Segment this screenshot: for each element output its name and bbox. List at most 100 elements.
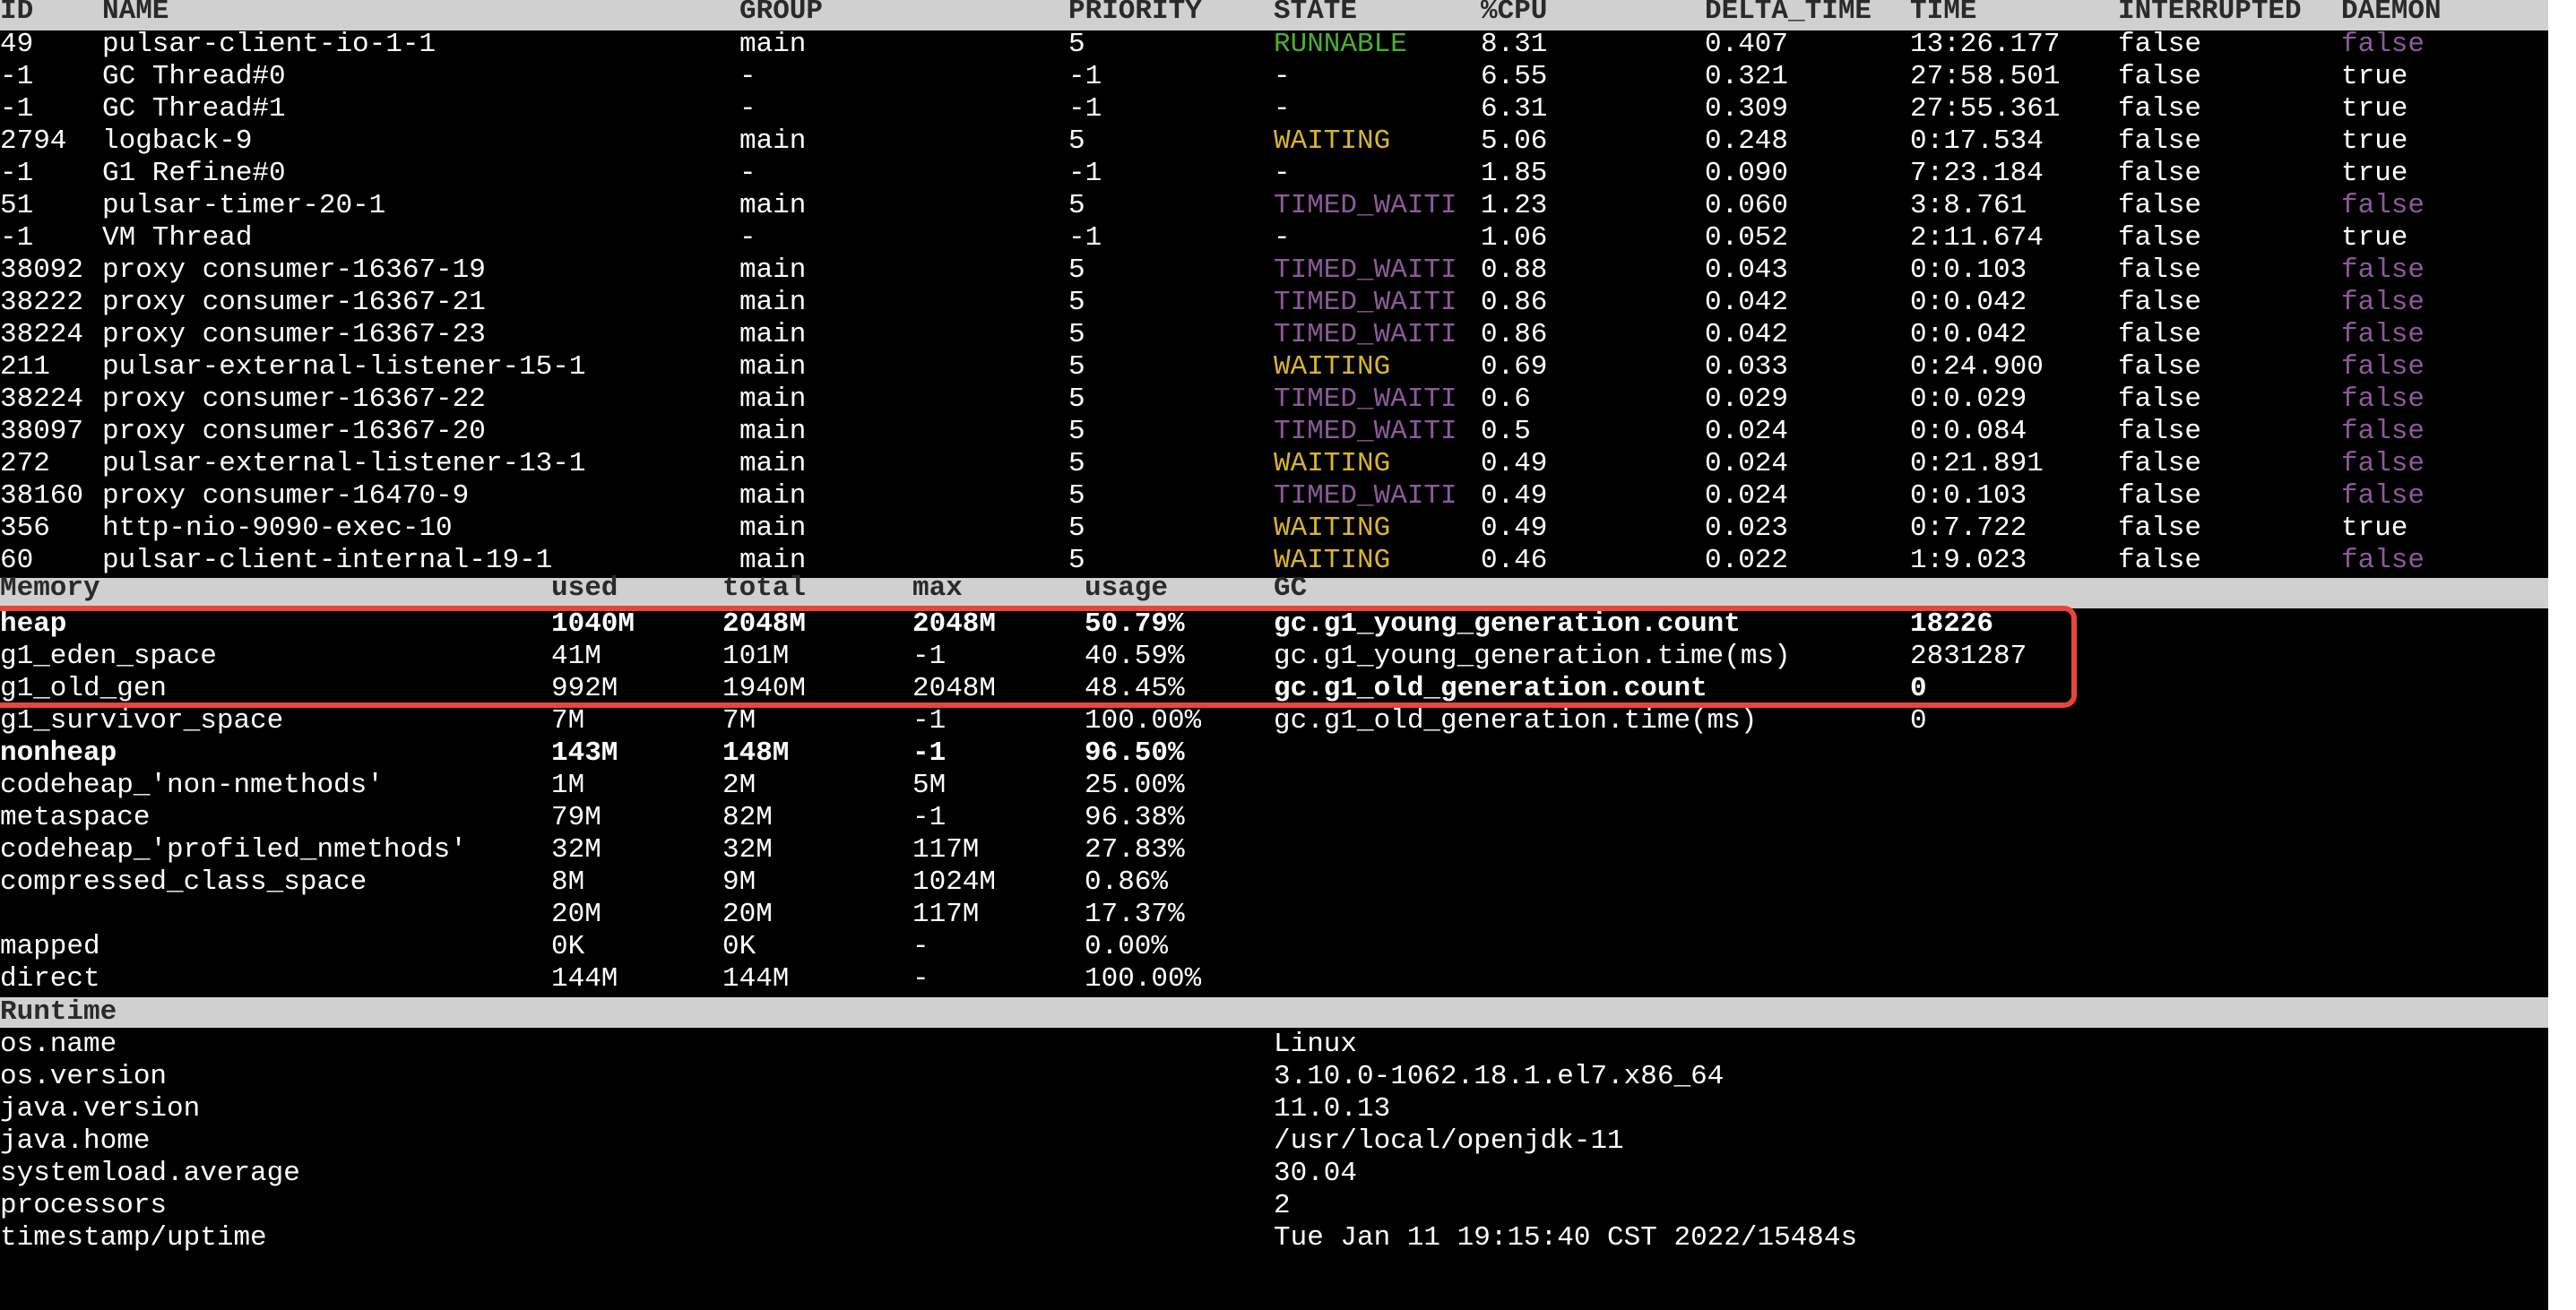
thread-name-cell: G1 Refine#0 [102,158,286,189]
header-total: total [722,573,807,604]
thread-row[interactable]: 38224 proxy consumer-16367-22 main 5 TIMED_W… [0,384,2548,416]
thread-row[interactable]: 211 pulsar-external-listener-15-1 main 5 WAI… [0,351,2548,384]
memory-max-cell: 5M [912,770,947,801]
runtime-row[interactable]: java.home/usr/local/openjdk-11 [0,1125,2548,1158]
memory-total-cell: 82M [722,802,773,833]
thread-name-cell: proxy consumer-16367-22 [102,384,486,415]
thread-group-cell: main [739,416,807,447]
memory-total-cell: 148M [722,737,790,769]
screenshot: ID NAME GROUP PRIORITY STATE %CPU DELTA_… [0,0,2576,1310]
memory-max-cell: - [912,931,929,962]
thread-delta-time-cell: 0.309 [1705,93,1789,125]
thread-daemon-cell: false [2341,416,2425,447]
thread-row[interactable]: 38097 proxy consumer-16367-20 main 5 TIMED_W… [0,416,2548,448]
thread-delta-time-cell: 0.024 [1705,448,1789,479]
memory-total-cell: 2M [722,770,756,801]
memory-usage-cell: 27.83% [1085,834,1185,866]
thread-priority-cell: -1 [1068,158,1102,189]
memory-row[interactable]: codeheap_'non-nmethods' 1M 2M 5M 25.00% [0,770,2548,802]
runtime-row[interactable]: java.version 11.0.13 [0,1093,2548,1125]
memory-row[interactable]: direct 144M 144M - 100.00% [0,963,2548,995]
thread-time-cell: 3:8.761 [1910,190,2027,221]
thread-row[interactable]: 272 pulsar-external-listener-13-1 main 5 WAI… [0,448,2548,480]
thread-priority-cell: 5 [1068,351,1085,383]
thread-row[interactable]: 38092 proxy consumer-16367-19 main 5 TIMED_W… [0,254,2548,287]
highlight-annotation-box [0,606,2077,708]
thread-row[interactable]: -1 G1 Refine#0 - -1 - 1.85 0.090 7:23.184 false t… [0,158,2548,190]
thread-time-cell: 0:17.534 [1910,125,2044,157]
memory-row[interactable]: compressed_class_space 8M 9M 1024M 0.86% [0,866,2548,899]
thread-priority-cell: -1 [1068,61,1102,92]
thread-interrupted-cell: false [2118,125,2202,157]
thread-group-cell: main [739,384,807,415]
memory-used-cell: 1M [551,770,585,801]
thread-state-cell: WAITING [1274,513,1391,544]
thread-group-cell: main [739,287,807,318]
thread-time-cell: 0:0.103 [1910,254,2027,286]
thread-id-cell: 356 [0,513,50,544]
thread-group-cell: - [739,93,756,125]
thread-priority-cell: 5 [1068,448,1085,479]
thread-delta-time-cell: 0.042 [1705,287,1789,318]
thread-row[interactable]: 2794 logback-9 main 5 WAITING 5.06 0.248 0:17.5… [0,125,2548,158]
memory-row[interactable]: 20M 20M 117M 17.37% [0,899,2548,931]
thread-group-cell: main [739,125,807,157]
thread-row[interactable]: 51 pulsar-timer-20-1 main 5 TIMED_WAITI 1.23 0… [0,190,2548,222]
thread-priority-cell: 5 [1068,190,1085,221]
runtime-row[interactable]: os.name Linux [0,1029,2548,1061]
thread-state-cell: TIMED_WAITI [1274,254,1457,286]
thread-row[interactable]: 49 pulsar-client-io-1-1 main 5 RUNNABLE 8.31 0… [0,29,2548,61]
thread-delta-time-cell: 0.023 [1705,513,1789,544]
header-gc: GC [1274,573,1308,604]
thread-state-cell: TIMED_WAITI [1274,480,1457,512]
thread-state-cell: WAITING [1274,448,1391,479]
thread-daemon-cell: true [2341,158,2408,189]
thread-interrupted-cell: false [2118,29,2202,60]
gc-value-cell: 0 [1910,705,1927,737]
memory-row[interactable]: nonheap 143M 148M -1 96.50% [0,737,2548,770]
thread-row[interactable]: 356 http-nio-9090-exec-10 main 5 WAITING 0.49… [0,513,2548,545]
thread-interrupted-cell: false [2118,190,2202,221]
runtime-key-cell: processors [0,1190,168,1221]
runtime-row[interactable]: processors 2 [0,1190,2548,1222]
thread-row[interactable]: -1 VM Thread - -1 - 1.06 0.052 2:11.674 false tru… [0,222,2548,254]
thread-name-cell: pulsar-client-internal-19-1 [102,545,553,576]
memory-usage-cell: 96.38% [1085,802,1185,833]
memory-row[interactable]: codeheap_'profiled_nmethods' 32M 32M 117M 27… [0,834,2548,866]
memory-used-cell: 144M [551,963,618,995]
runtime-key-cell: os.name [0,1029,117,1060]
thread-interrupted-cell: false [2118,545,2202,576]
runtime-row[interactable]: os.version 3.10.0-1062.18.1.el7.x86_64 [0,1061,2548,1093]
thread-row[interactable]: 38224 proxy consumer-16367-23 main 5 TIMED_W… [0,319,2548,351]
thread-row[interactable]: 38222 proxy consumer-16367-21 main 5 TIMED_W… [0,287,2548,319]
memory-max-cell: -1 [912,737,947,769]
thread-row[interactable]: -1 GC Thread#1 - -1 - 6.31 0.309 27:55.361 false… [0,93,2548,125]
thread-table-header: ID NAME GROUP PRIORITY STATE %CPU DELTA_… [0,0,2548,30]
thread-row[interactable]: -1 GC Thread#0 - -1 - 6.55 0.321 27:58.501 false… [0,61,2548,93]
thread-state-cell: WAITING [1274,125,1391,157]
memory-row[interactable]: metaspace 79M 82M -1 96.38% [0,802,2548,834]
thread-cpu-cell: 0.49 [1481,448,1548,479]
memory-name-cell: codeheap_'profiled_nmethods' [0,834,467,866]
gc-row[interactable]: gc.g1_old_generation.time(ms) 0 [1274,705,2528,737]
thread-daemon-cell: true [2341,61,2408,92]
terminal-window[interactable]: ID NAME GROUP PRIORITY STATE %CPU DELTA_… [0,0,2548,1310]
thread-daemon-cell: true [2341,93,2408,125]
runtime-value-cell: 2 [1274,1190,1291,1221]
memory-total-cell: 20M [722,899,773,930]
thread-daemon-cell: false [2341,351,2425,383]
thread-id-cell: 51 [0,190,34,221]
runtime-row[interactable]: systemload.average 30.04 [0,1158,2548,1190]
runtime-row[interactable]: timestamp/uptime Tue Jan 11 19:15:40 CST … [0,1222,2548,1254]
thread-daemon-cell: false [2341,190,2425,221]
thread-group-cell: main [739,29,807,60]
thread-cpu-cell: 6.31 [1481,93,1548,125]
memory-row[interactable]: mapped 0K 0K - 0.00% [0,931,2548,963]
header-priority: PRIORITY [1068,0,1202,27]
thread-name-cell: proxy consumer-16367-20 [102,416,486,447]
thread-group-cell: main [739,513,807,544]
thread-daemon-cell: false [2341,480,2425,512]
thread-state-cell: TIMED_WAITI [1274,416,1457,447]
thread-row[interactable]: 38160 proxy consumer-16470-9 main 5 TIMED_WA… [0,480,2548,513]
thread-cpu-cell: 0.46 [1481,545,1548,576]
